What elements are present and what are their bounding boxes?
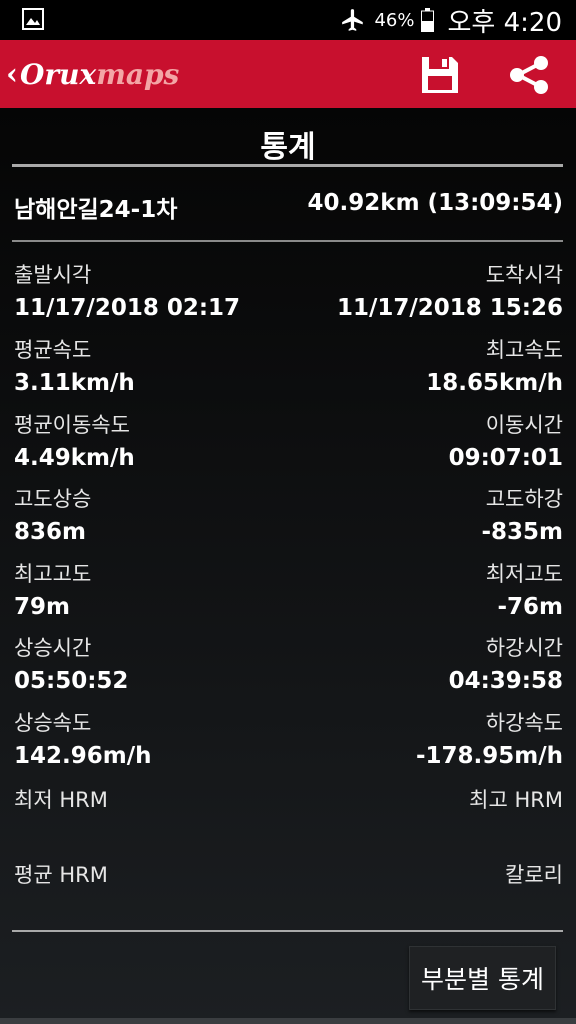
stat-label: 최고 HRM	[469, 788, 563, 812]
stat-label: 상승속도	[14, 711, 92, 735]
logo-text-maps: maps	[96, 57, 180, 91]
clock: 오후 4:20	[447, 7, 563, 38]
stat-label: 최고속도	[485, 338, 563, 362]
stat-elevation-gain: 고도상승 836m	[14, 484, 91, 550]
stat-label: 출발시각	[14, 263, 92, 287]
stat-label: 고도하강	[485, 487, 563, 511]
stat-value: 04:39:58	[448, 668, 563, 694]
back-chevron-icon: ‹	[6, 56, 18, 92]
stat-value: 05:50:52	[14, 668, 129, 694]
stat-value: 09:07:01	[448, 445, 563, 471]
footer-divider	[12, 930, 563, 932]
track-total-distance-time: 40.92km (13:09:54)	[307, 190, 563, 216]
gallery-icon	[22, 8, 44, 30]
stat-max-speed: 최고속도 18.65km/h	[426, 335, 563, 401]
stat-label: 최저고도	[485, 562, 563, 586]
stat-descent-speed: 하강속도 -178.95m/h	[416, 708, 563, 774]
stat-elevation-loss: 고도하강 -835m	[481, 484, 563, 550]
stat-label: 하강시간	[485, 636, 563, 660]
stat-value: -178.95m/h	[415, 743, 563, 769]
stat-label: 도착시각	[485, 263, 563, 287]
stat-max-hrm: 최고 HRM	[469, 785, 563, 851]
status-bar: 46% 오후 4:20	[0, 0, 576, 40]
airplane-mode-icon	[342, 9, 364, 31]
stat-label: 최고고도	[14, 562, 92, 586]
stat-value: 79m	[14, 594, 70, 620]
battery-icon	[420, 8, 434, 32]
stat-value	[469, 815, 563, 851]
stat-ascent-speed: 상승속도 142.96m/h	[14, 708, 152, 774]
stat-calories: 칼로리	[505, 860, 563, 926]
stat-value: -835m	[481, 519, 563, 545]
page-title: 통계	[260, 130, 316, 165]
stat-label: 최저 HRM	[14, 788, 108, 812]
stat-start-time: 출발시각 11/17/2018 02:17	[14, 260, 240, 326]
stat-label: 하강속도	[485, 711, 563, 735]
stat-label: 이동시간	[485, 413, 563, 437]
stat-value: 11/17/2018 15:26	[336, 295, 563, 321]
stat-label: 평균이동속도	[14, 413, 130, 437]
app-logo-back-button[interactable]: ‹ Orux maps	[6, 52, 179, 96]
stat-value: -76m	[497, 594, 563, 620]
stat-value: 4.49km/h	[14, 445, 135, 471]
title-divider	[12, 164, 563, 167]
share-icon[interactable]	[508, 55, 550, 95]
stat-average-speed: 평균속도 3.11km/h	[14, 335, 135, 401]
stat-min-altitude: 최저고도 -76m	[486, 559, 563, 625]
statistics-panel: 통계 남해안길24-1차 40.92km (13:09:54) 출발시각 11/…	[0, 108, 576, 1024]
stat-label: 평균속도	[14, 338, 92, 362]
stat-max-altitude: 최고고도 79m	[14, 559, 91, 625]
track-divider	[12, 240, 563, 242]
stat-min-hrm: 최저 HRM	[14, 785, 108, 851]
track-name: 남해안길24-1차	[14, 197, 178, 223]
logo-text-orux: Orux	[20, 57, 97, 91]
stat-average-hrm: 평균 HRM	[14, 860, 108, 926]
stat-label: 고도상승	[14, 487, 92, 511]
app-bar: ‹ Orux maps	[0, 40, 576, 108]
stat-average-moving-speed: 평균이동속도 4.49km/h	[14, 410, 135, 476]
stat-ascent-time: 상승시간 05:50:52	[14, 633, 128, 699]
stat-value	[14, 815, 108, 851]
battery-percent: 46%	[374, 9, 415, 31]
stat-arrival-time: 도착시각 11/17/2018 15:26	[337, 260, 563, 326]
stat-value: 142.96m/h	[14, 743, 152, 769]
stat-value	[14, 890, 108, 926]
stat-value: 3.11km/h	[14, 370, 135, 396]
stat-label: 상승시간	[14, 636, 92, 660]
segment-stats-button[interactable]: 부분별 통계	[409, 946, 556, 1010]
stat-value	[505, 890, 563, 926]
stat-value: 18.65km/h	[426, 370, 563, 396]
stat-value: 11/17/2018 02:17	[14, 295, 241, 321]
stat-label: 평균 HRM	[14, 863, 108, 887]
save-icon[interactable]	[420, 55, 460, 95]
bottom-edge	[0, 1018, 576, 1024]
stat-moving-time: 이동시간 09:07:01	[449, 410, 563, 476]
stat-value: 836m	[14, 519, 86, 545]
stat-label: 칼로리	[505, 863, 563, 887]
stat-descent-time: 하강시간 04:39:58	[449, 633, 563, 699]
